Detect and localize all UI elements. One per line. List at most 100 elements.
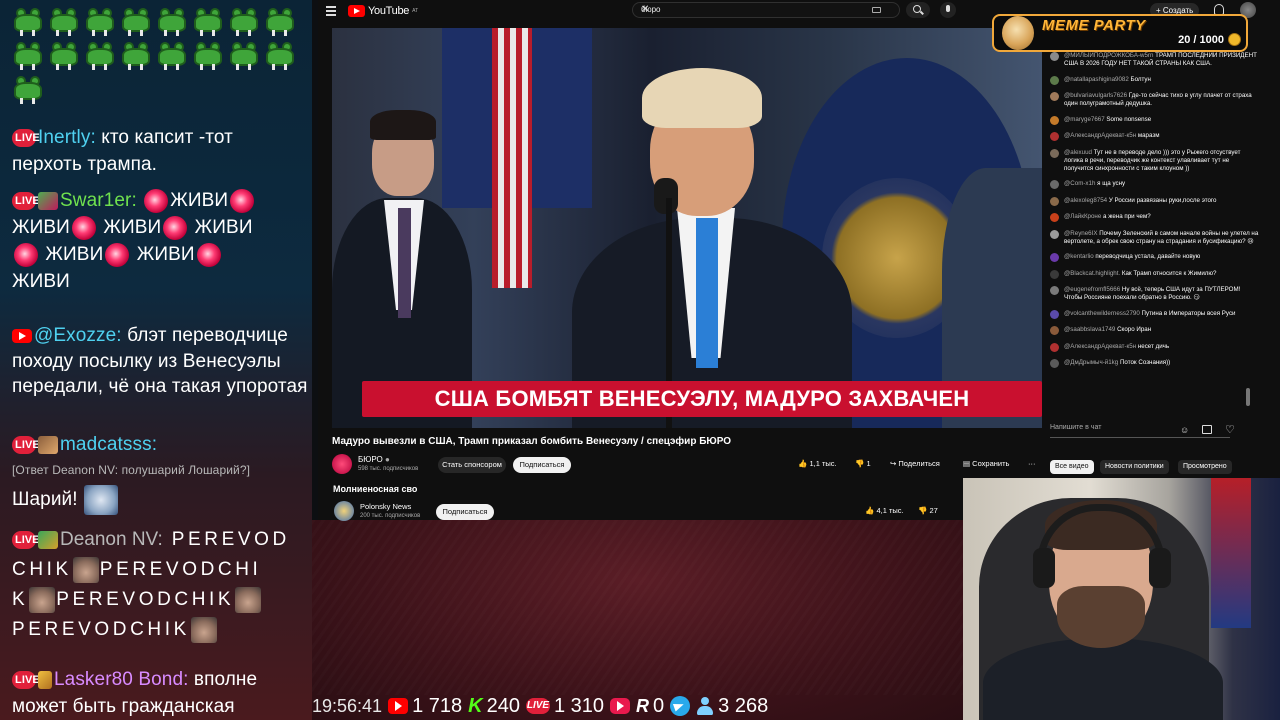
live-chat-nick[interactable]: @alexuud (1064, 149, 1092, 156)
chat-avatar[interactable] (1050, 196, 1059, 206)
chat-nick: @Exozze: (34, 325, 122, 346)
menu-icon[interactable] (326, 6, 336, 16)
live-chat-nick[interactable]: @volcanthewilderness2790 (1064, 310, 1140, 317)
live-platform-icon: LIVE (12, 128, 40, 147)
heart-icon[interactable]: ♡ (1225, 423, 1235, 436)
live-chat-nick[interactable]: @maryge7667 (1064, 116, 1105, 123)
dislike-button[interactable]: 👎 1 (855, 457, 871, 471)
live-chat-nick[interactable]: @saabbslava1749 (1064, 326, 1115, 333)
live-chat-body: @alexoleg8754 У России развязаны руки,по… (1064, 197, 1216, 205)
user-badge-icon (38, 670, 52, 689)
tab-political-news[interactable]: Новости политики (1100, 460, 1169, 474)
frog-emote (10, 38, 46, 72)
frog-emote (118, 4, 154, 38)
channel-avatar[interactable] (332, 454, 352, 474)
live-chat-nick[interactable]: @kentarlio (1064, 253, 1094, 260)
chat-nick: Swar1er: (60, 190, 137, 211)
live-platform-icon: LIVE (12, 670, 40, 689)
more-actions-icon[interactable]: ··· (1028, 457, 1036, 471)
live-chat-text: У России развязаны руки,после этого (1108, 196, 1217, 204)
frog-emote (10, 72, 46, 106)
next-like-button[interactable]: 👍 4,1 тыс. (865, 504, 904, 518)
live-chat-message: @АлександрАдекват-к5н маразм (1050, 132, 1260, 141)
live-chat-nick[interactable]: @АлександрАдекват-к5н (1064, 343, 1136, 350)
emoji-icon[interactable]: ☺ (1180, 425, 1189, 435)
doge-icon (1002, 16, 1034, 50)
chat-message-text-line: Шарий! (12, 485, 308, 515)
chat-avatar[interactable] (1050, 132, 1059, 141)
background-flag (1211, 478, 1251, 628)
like-button[interactable]: 👍 1,1 тыс. (798, 457, 837, 471)
chat-avatar[interactable] (1050, 229, 1059, 239)
share-button[interactable]: ↪ Поделиться (890, 457, 940, 471)
sponsor-button[interactable]: Стать спонсором (438, 457, 506, 473)
live-chat-body: @saabbslava1749 Скоро Иран (1064, 326, 1151, 334)
next-channel-name[interactable]: Polonsky News (360, 502, 411, 511)
user-badge-icon (38, 435, 58, 454)
chat-avatar[interactable] (1050, 253, 1059, 262)
chat-avatar[interactable] (1050, 213, 1059, 222)
search-button[interactable] (906, 2, 930, 18)
voice-search-button[interactable] (940, 2, 956, 18)
chat-avatar[interactable] (1050, 326, 1059, 335)
clear-search-icon[interactable]: ✕ (641, 4, 893, 15)
live-chat-body: @natallapashigina9082 Болтун (1064, 76, 1151, 84)
search-input[interactable]: бюро ✕ (632, 2, 900, 18)
chat-avatar[interactable] (1050, 75, 1059, 85)
live-chat-body: @АлександрАдекват-к5н несет дичь (1064, 343, 1169, 351)
live-chat-message: @АлександрАдекват-к5н несет дичь (1050, 342, 1260, 352)
live-chat-message: @maryge7667 Some nonsense (1050, 115, 1260, 125)
video-player[interactable]: США БОМБЯТ ВЕНЕСУЭЛУ, МАДУРО ЗАХВАЧЕН (332, 28, 1042, 428)
viewer-stats-bar: 19:56:41 1 718 K 240 LIVE 1 310 R0 3 268 (312, 692, 963, 720)
live-chat-nick[interactable]: @Reyne6IX (1064, 230, 1097, 237)
live-chat-message: @volcanthewilderness2790 Путина в Импера… (1050, 309, 1260, 319)
chat-text: PEREVODCHIK (56, 589, 235, 610)
chat-avatar[interactable] (1050, 359, 1059, 368)
subscribe-button[interactable]: Подписаться (513, 457, 571, 473)
chat-avatar[interactable] (1050, 180, 1059, 189)
chat-avatar[interactable] (1050, 269, 1059, 279)
next-video-title[interactable]: Молниеносная сво (333, 484, 417, 494)
youtube-logo[interactable]: YouTube AT (348, 4, 418, 17)
next-dislike-button[interactable]: 👎 27 (918, 504, 938, 518)
live-chat-nick[interactable]: @bulvariavulgarls7626 (1064, 92, 1127, 99)
live-chat-text: Болтун (1130, 75, 1151, 83)
chat-avatar[interactable] (1050, 148, 1059, 158)
live-chat-nick[interactable]: @ЛайкКроне (1064, 213, 1101, 220)
chat-avatar[interactable] (1050, 52, 1059, 61)
next-subscribe-button[interactable]: Подписаться (436, 504, 494, 520)
save-button[interactable]: ▤ Сохранить (963, 457, 1009, 471)
live-chat-nick[interactable]: @Blackcat.highlight. (1064, 270, 1120, 277)
coin-icon (1228, 33, 1241, 46)
live-chat-nick[interactable]: @eugenefromfl5666 (1064, 286, 1120, 293)
background-texture (312, 520, 963, 695)
live-chat-nick[interactable]: @alexoleg8754 (1064, 197, 1107, 204)
youtube-logo-text: YouTube (368, 4, 410, 17)
live-chat-nick[interactable]: @МИЛЫЙПОДРОЖКОБА-w5rn (1064, 52, 1153, 59)
telegram-icon (670, 696, 691, 716)
live-chat-body: @ЛайкКроне а жена при чем? (1064, 213, 1151, 221)
live-chat-nick[interactable]: @ДмДрымыч-й1kg (1064, 359, 1118, 366)
live-chat-nick[interactable]: @natallapashigina9082 (1064, 76, 1129, 83)
live-chat-nick[interactable]: @Com-x1h (1064, 180, 1095, 187)
chat-avatar[interactable] (1050, 92, 1059, 101)
chat-avatar[interactable] (1050, 115, 1059, 125)
chat-nick: madcatsss: (60, 434, 158, 455)
frog-emote (226, 4, 262, 38)
live-chat-nick[interactable]: @АлександрАдекват-к5н (1064, 132, 1136, 139)
youtube-window: YouTube AT бюро ✕ + Создать США БОМБЯТ В… (318, 0, 1280, 521)
youtube-platform-icon (12, 328, 32, 343)
next-channel-avatar[interactable] (334, 501, 354, 521)
chat-avatar[interactable] (1050, 286, 1059, 295)
tab-all-videos[interactable]: Все видео (1050, 460, 1094, 474)
tab-watched[interactable]: Просмотрено (1178, 460, 1232, 474)
person-center-speaker (572, 68, 852, 428)
chat-scrollbar[interactable] (1246, 388, 1250, 406)
chat-avatar[interactable] (1050, 342, 1059, 352)
channel-subscribers: 598 тыс. подписчиков (358, 466, 419, 472)
channel-name[interactable]: БЮРО ● (358, 455, 390, 464)
chat-nick: Lasker80 Bond: (54, 669, 189, 690)
chat-avatar[interactable] (1050, 309, 1059, 319)
sticker-icon[interactable] (1202, 425, 1212, 434)
live-platform-icon: LIVE (12, 530, 39, 549)
